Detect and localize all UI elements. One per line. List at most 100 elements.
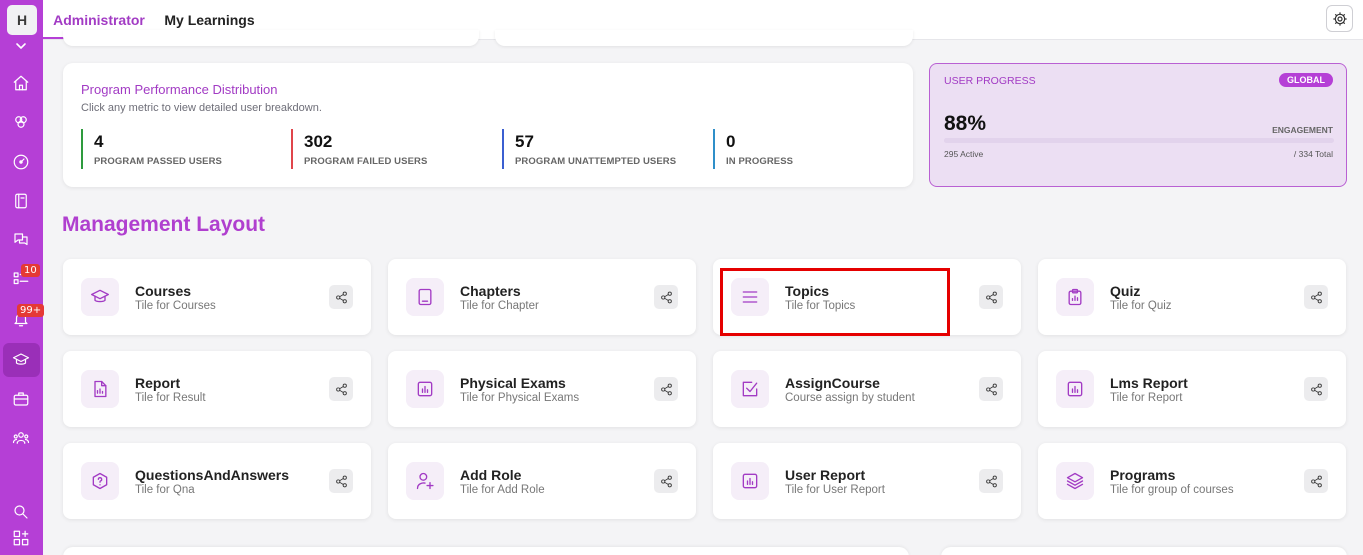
share-button[interactable]	[329, 469, 353, 493]
share-button[interactable]	[329, 285, 353, 309]
tile-title: User Report	[785, 467, 866, 483]
tile-quiz[interactable]: Quiz Tile for Quiz	[1038, 259, 1346, 335]
metric-value: 0	[726, 132, 736, 151]
program-performance-card: Program Performance Distribution Click a…	[63, 63, 913, 187]
tile-user-report[interactable]: User Report Tile for User Report	[713, 443, 1021, 519]
tile-subtitle: Tile for User Report	[785, 484, 885, 496]
tile-subtitle: Course assign by student	[785, 392, 915, 404]
share-icon	[335, 383, 347, 395]
tile-title: Physical Exams	[460, 375, 566, 391]
graduation-cap-icon	[81, 278, 119, 316]
metric-label: PROGRAM UNATTEMPTED USERS	[515, 156, 677, 167]
tile-report[interactable]: Report Tile for Result	[63, 351, 371, 427]
book-icon	[406, 278, 444, 316]
tile-subtitle: Tile for Courses	[135, 300, 216, 312]
settings-button[interactable]	[1326, 5, 1353, 32]
gear-icon	[1332, 11, 1347, 26]
global-badge: GLOBAL	[1279, 73, 1333, 87]
tile-title: QuestionsAndAnswers	[135, 467, 290, 483]
progress-bar-fill	[944, 138, 1288, 143]
topics-highlight-box	[720, 268, 950, 336]
share-button[interactable]	[979, 469, 1003, 493]
tile-chapters[interactable]: Chapters Tile for Chapter	[388, 259, 696, 335]
total-count: / 334 Total	[1293, 149, 1333, 159]
user-progress-card: USER PROGRESS GLOBAL 88% ENGAGEMENT 295 …	[929, 63, 1347, 187]
section-title: Management Layout	[62, 213, 266, 236]
dashboard-gauge-icon[interactable]	[12, 153, 30, 171]
tile-subtitle: Tile for Physical Exams	[460, 392, 580, 404]
app-logo[interactable]: H	[7, 5, 37, 35]
metric-label: PROGRAM FAILED USERS	[304, 156, 428, 167]
layers-icon	[1056, 462, 1094, 500]
user-progress-title: USER PROGRESS	[944, 75, 1036, 87]
search-icon[interactable]	[12, 503, 30, 521]
tile-title: Lms Report	[1110, 375, 1188, 391]
share-button[interactable]	[329, 377, 353, 401]
share-icon	[660, 475, 672, 487]
metric-failed[interactable]: 302 PROGRAM FAILED USERS	[291, 129, 427, 169]
share-button[interactable]	[979, 285, 1003, 309]
bar-chart-icon	[406, 370, 444, 408]
performance-title: Program Performance Distribution	[81, 82, 278, 97]
tile-title: AssignCourse	[785, 375, 880, 391]
tile-assign-course[interactable]: AssignCourse Course assign by student	[713, 351, 1021, 427]
tile-questions-and-answers[interactable]: QuestionsAndAnswers Tile for Qna	[63, 443, 371, 519]
metric-passed[interactable]: 4 PROGRAM PASSED USERS	[81, 129, 222, 169]
tile-title: Programs	[1110, 467, 1176, 483]
performance-subtitle: Click any metric to view detailed user b…	[81, 102, 322, 114]
briefcase-icon[interactable]	[12, 390, 30, 408]
tile-subtitle: Tile for Result	[135, 392, 206, 404]
graduation-cap-icon[interactable]	[12, 351, 30, 369]
tile-title: Chapters	[460, 283, 521, 299]
share-button[interactable]	[654, 469, 678, 493]
modules-icon[interactable]	[12, 113, 30, 131]
card-bottom-right-partial	[941, 547, 1347, 555]
chevron-down-icon[interactable]	[14, 40, 28, 52]
engagement-label: ENGAGEMENT	[1272, 125, 1333, 135]
share-icon	[1310, 291, 1322, 303]
users-group-icon[interactable]	[12, 429, 30, 447]
metric-value: 302	[304, 132, 333, 151]
tile-title: Add Role	[460, 467, 522, 483]
file-chart-icon	[81, 370, 119, 408]
progress-percent: 88%	[944, 112, 987, 135]
tile-lms-report[interactable]: Lms Report Tile for Report	[1038, 351, 1346, 427]
share-button[interactable]	[979, 377, 1003, 401]
chat-icon[interactable]	[12, 231, 30, 249]
sidebar: H 10 99+	[0, 0, 45, 555]
share-icon	[335, 475, 347, 487]
share-button[interactable]	[1304, 285, 1328, 309]
tile-courses[interactable]: Courses Tile for Courses	[63, 259, 371, 335]
metric-unattempted[interactable]: 57 PROGRAM UNATTEMPTED USERS	[502, 129, 676, 169]
checkbox-icon	[731, 370, 769, 408]
courses-count-badge: 10	[21, 264, 40, 277]
home-icon[interactable]	[12, 74, 30, 92]
card-top-right-partial	[495, 30, 913, 46]
share-button[interactable]	[654, 377, 678, 401]
share-icon	[985, 291, 997, 303]
bar-chart-icon	[1056, 370, 1094, 408]
share-button[interactable]	[1304, 377, 1328, 401]
share-button[interactable]	[654, 285, 678, 309]
card-bottom-left-partial	[63, 547, 909, 555]
card-top-left-partial	[63, 30, 479, 46]
apps-add-icon[interactable]	[12, 529, 30, 547]
tile-title: Report	[135, 375, 181, 391]
share-icon	[985, 383, 997, 395]
notifications-count-badge: 99+	[17, 304, 45, 317]
clipboard-icon	[1056, 278, 1094, 316]
share-icon	[335, 291, 347, 303]
tile-title: Quiz	[1110, 283, 1141, 299]
tile-programs[interactable]: Programs Tile for group of courses	[1038, 443, 1346, 519]
metric-in-progress[interactable]: 0 IN PROGRESS	[713, 129, 793, 169]
progress-bar	[944, 138, 1334, 143]
tile-subtitle: Tile for Add Role	[460, 484, 545, 496]
notebook-icon[interactable]	[12, 192, 30, 210]
share-icon	[660, 291, 672, 303]
tile-physical-exams[interactable]: Physical Exams Tile for Physical Exams	[388, 351, 696, 427]
metric-value: 4	[94, 132, 104, 151]
metric-label: IN PROGRESS	[726, 156, 794, 167]
share-icon	[1310, 383, 1322, 395]
share-button[interactable]	[1304, 469, 1328, 493]
tile-add-role[interactable]: Add Role Tile for Add Role	[388, 443, 696, 519]
